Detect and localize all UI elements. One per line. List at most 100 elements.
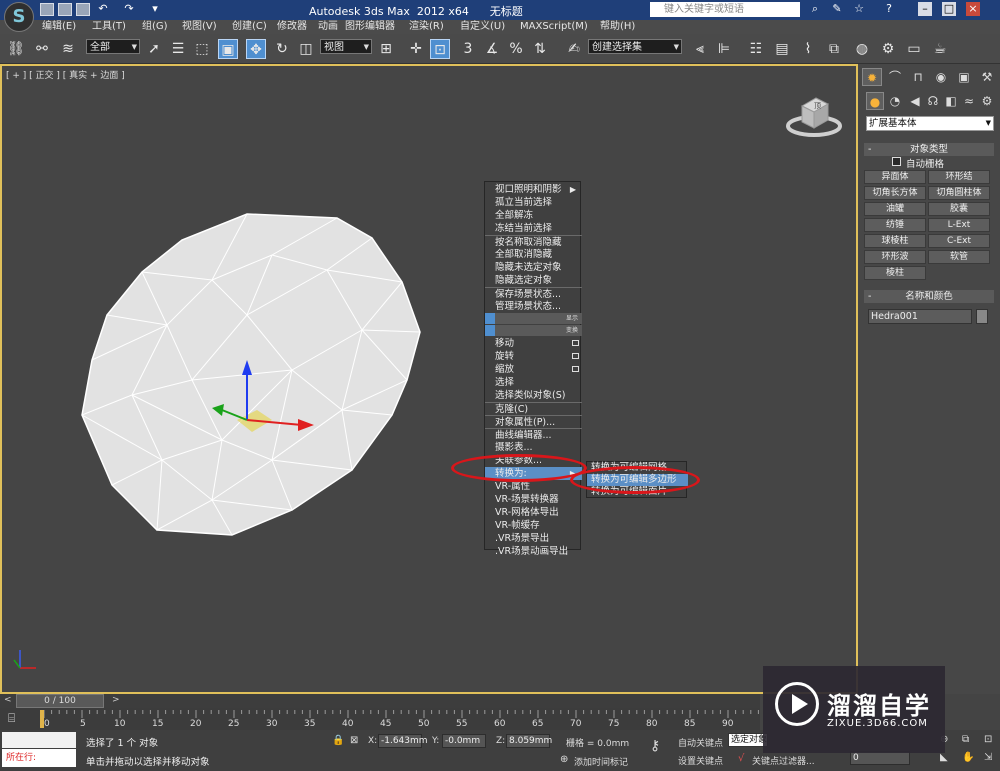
select-and-scale-icon[interactable]: ◫ bbox=[296, 39, 316, 59]
autogrid-checkbox[interactable] bbox=[892, 157, 901, 166]
menu-item-vr-properties[interactable]: VR-属性 bbox=[485, 480, 582, 493]
mirror-icon[interactable]: ⫷ bbox=[690, 39, 710, 59]
systems-icon[interactable]: ⚙ bbox=[978, 92, 996, 110]
help-icon[interactable]: ? bbox=[882, 2, 896, 16]
menu-item-vr-scene-export[interactable]: .VR场景导出 bbox=[485, 532, 582, 545]
btn-ringwave[interactable]: 环形波 bbox=[864, 250, 926, 264]
select-by-name-icon[interactable]: ☰ bbox=[168, 39, 188, 59]
menu-views[interactable]: 视图(V) bbox=[182, 20, 217, 34]
binoculars-icon[interactable]: ⌕ bbox=[808, 2, 822, 16]
maxscript-line-field[interactable]: 所在行: bbox=[2, 749, 76, 767]
btn-chamfer-box[interactable]: 切角长方体 bbox=[864, 186, 926, 200]
menu-group[interactable]: 组(G) bbox=[142, 20, 168, 34]
object-type-rollout-header[interactable]: - 对象类型 bbox=[864, 143, 994, 156]
menu-item-hide-unselected[interactable]: 隐藏未选定对象 bbox=[485, 261, 582, 274]
time-tag-icon[interactable]: ⊕ bbox=[560, 754, 568, 765]
menu-item-hide-selection[interactable]: 隐藏选定对象 bbox=[485, 274, 582, 287]
settings-box-icon[interactable] bbox=[572, 353, 579, 359]
rendered-frame-icon[interactable]: ▭ bbox=[904, 39, 924, 59]
object-color-swatch[interactable] bbox=[976, 309, 988, 324]
edit-named-sets-icon[interactable]: ✍ bbox=[564, 39, 584, 59]
snaps-toggle-icon[interactable]: 3 bbox=[458, 39, 478, 59]
pivot-center-icon[interactable]: ⊞ bbox=[376, 39, 396, 59]
menu-item-move[interactable]: 移动 bbox=[485, 337, 582, 350]
percent-snap-icon[interactable]: % bbox=[506, 39, 526, 59]
keyboard-shortcut-icon[interactable]: ⊡ bbox=[430, 39, 450, 59]
subscription-icon[interactable]: ✎ bbox=[830, 2, 844, 16]
viewcube-icon[interactable]: 顶 bbox=[786, 92, 842, 138]
window-crossing-icon[interactable]: ▣ bbox=[218, 39, 238, 59]
key-mode-dropdown[interactable]: 选定对象 bbox=[728, 733, 768, 747]
tab-display[interactable]: ▣ bbox=[954, 68, 974, 86]
menu-item-clone[interactable]: 克隆(C) bbox=[485, 402, 582, 415]
btn-prism[interactable]: 棱柱 bbox=[864, 266, 926, 280]
time-slider[interactable]: < 0 / 100 > bbox=[0, 694, 760, 708]
menu-rendering[interactable]: 渲染(R) bbox=[409, 20, 444, 34]
spinner-snap-icon[interactable]: ⇅ bbox=[530, 39, 550, 59]
menu-item-vr-mesh-export[interactable]: VR-网格体导出 bbox=[485, 506, 582, 519]
btn-l-ext[interactable]: L-Ext bbox=[928, 218, 990, 232]
schematic-view-icon[interactable]: ⧉ bbox=[824, 39, 844, 59]
object-name-field[interactable]: Hedra001 bbox=[868, 309, 972, 324]
menu-item-curve-editor[interactable]: 曲线编辑器... bbox=[485, 428, 582, 441]
menu-item-vr-animation-export[interactable]: .VR场景动画导出 bbox=[485, 545, 582, 557]
menu-item-dope-sheet[interactable]: 摄影表... bbox=[485, 441, 582, 454]
menu-item-rotate[interactable]: 旋转 bbox=[485, 350, 582, 363]
btn-chamfer-cyl[interactable]: 切角圆柱体 bbox=[928, 186, 990, 200]
menu-item-select-similar[interactable]: 选择类似对象(S) bbox=[485, 389, 582, 402]
tab-create[interactable]: ✹ bbox=[862, 68, 882, 86]
undo-icon[interactable]: ↶ bbox=[96, 2, 110, 16]
btn-torus-knot[interactable]: 环形结 bbox=[928, 170, 990, 184]
geometry-icon[interactable]: ● bbox=[866, 92, 884, 110]
tab-modify[interactable]: ⌒ bbox=[885, 68, 905, 86]
zoom-extents-icon[interactable]: ⧉ bbox=[962, 734, 969, 745]
pan-view-icon[interactable]: ✋ bbox=[962, 752, 974, 763]
selection-filter-dropdown[interactable]: 全部 bbox=[86, 39, 140, 55]
shapes-icon[interactable]: ◔ bbox=[886, 92, 904, 110]
named-selection-dropdown[interactable]: 创建选择集 bbox=[588, 39, 682, 55]
new-file-icon[interactable] bbox=[40, 3, 54, 16]
menu-item-manage-scene-states[interactable]: 管理场景状态... bbox=[485, 300, 582, 313]
menu-item-vr-frame-buffer[interactable]: VR-帧缓存 bbox=[485, 519, 582, 532]
menu-item-vr-scene-converter[interactable]: VR-场景转换器 bbox=[485, 493, 582, 506]
spacewarps-icon[interactable]: ≈ bbox=[960, 92, 978, 110]
ribbon-toggle-icon[interactable]: ▤ bbox=[772, 39, 792, 59]
menu-item-unhide-by-name[interactable]: 按名称取消隐藏 bbox=[485, 235, 582, 248]
key-filters-button[interactable]: 关键点过滤器... bbox=[752, 754, 815, 767]
key-filter-icon[interactable]: √ bbox=[738, 753, 744, 764]
set-key-icon[interactable]: ⚷ bbox=[650, 738, 660, 754]
mini-curve-editor-icon[interactable]: ⌸ bbox=[8, 711, 15, 726]
menu-graph-editors[interactable]: 图形编辑器 bbox=[345, 20, 395, 34]
select-manipulate-icon[interactable]: ✛ bbox=[406, 39, 426, 59]
curve-editor-icon[interactable]: ⌇ bbox=[798, 39, 818, 59]
select-and-move-icon[interactable]: ✥ bbox=[246, 39, 266, 59]
menu-animation[interactable]: 动画 bbox=[318, 20, 338, 34]
field-of-view-icon[interactable]: ◣ bbox=[940, 752, 948, 763]
tab-utilities[interactable]: ⚒ bbox=[977, 68, 997, 86]
quick-access-dropdown-icon[interactable]: ▾ bbox=[148, 2, 162, 16]
align-icon[interactable]: ⊫ bbox=[714, 39, 734, 59]
render-production-icon[interactable]: ☕ bbox=[930, 39, 950, 59]
select-object-icon[interactable]: ➚ bbox=[144, 39, 164, 59]
name-color-rollout-header[interactable]: - 名称和颜色 bbox=[864, 290, 994, 303]
menu-tools[interactable]: 工具(T) bbox=[92, 20, 126, 34]
open-file-icon[interactable] bbox=[58, 3, 72, 16]
layer-manager-icon[interactable]: ☷ bbox=[746, 39, 766, 59]
rect-selection-icon[interactable]: ⬚ bbox=[192, 39, 212, 59]
menu-item-isolate-selection[interactable]: 孤立当前选择 bbox=[485, 196, 582, 209]
material-editor-icon[interactable]: ◍ bbox=[852, 39, 872, 59]
lock-selection-icon[interactable]: 🔒 bbox=[332, 735, 344, 746]
search-input[interactable]: 键入关键字或短语 bbox=[650, 2, 800, 17]
menu-modifiers[interactable]: 修改器 bbox=[277, 20, 307, 34]
render-setup-icon[interactable]: ⚙ bbox=[878, 39, 898, 59]
menu-item-save-scene-state[interactable]: 保存场景状态... bbox=[485, 287, 582, 300]
redo-icon[interactable]: ↷ bbox=[122, 2, 136, 16]
menu-help[interactable]: 帮助(H) bbox=[600, 20, 635, 34]
cameras-icon[interactable]: ☊ bbox=[924, 92, 942, 110]
absolute-mode-icon[interactable]: ⊠ bbox=[350, 735, 358, 746]
bind-spacewarp-icon[interactable]: ≋ bbox=[58, 39, 78, 59]
settings-box-icon[interactable] bbox=[572, 366, 579, 372]
y-coordinate-field[interactable]: -0.0mm bbox=[442, 734, 486, 748]
reference-coord-dropdown[interactable]: 视图 bbox=[320, 39, 372, 55]
next-frame-icon[interactable]: > bbox=[112, 695, 120, 705]
